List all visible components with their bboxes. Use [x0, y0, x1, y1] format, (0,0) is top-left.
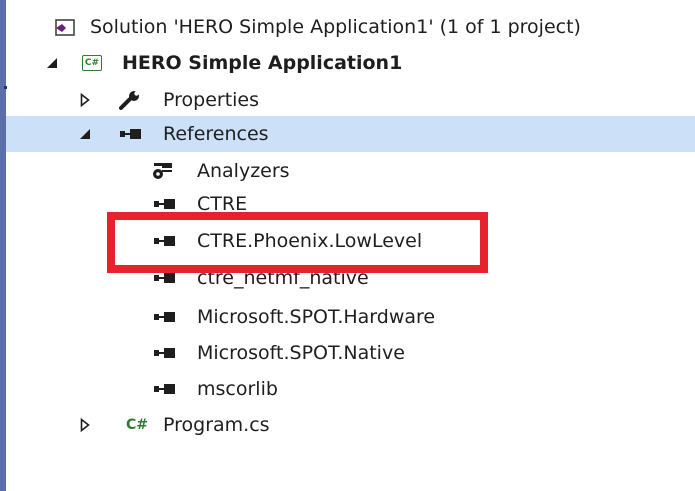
- reference-icon: [153, 382, 177, 396]
- tree-row-solution[interactable]: Solution 'HERO Simple Application1' (1 o…: [6, 9, 695, 45]
- tree-row-references[interactable]: References: [6, 116, 695, 152]
- program-file-label: Program.cs: [163, 414, 270, 436]
- reference-item-label: mscorlib: [197, 378, 278, 400]
- tree-row-reference-item[interactable]: mscorlib: [6, 371, 695, 407]
- tree-row-program-file[interactable]: C# Program.cs: [6, 407, 695, 443]
- highlight-box: [107, 212, 488, 273]
- tree-row-reference-item[interactable]: Analyzers: [6, 153, 695, 189]
- collapsed-arrow-icon[interactable]: [78, 93, 92, 107]
- tree-row-reference-item[interactable]: Microsoft.SPOT.Native: [6, 335, 695, 371]
- csharp-file-icon: C#: [126, 417, 149, 433]
- reference-item-label: Microsoft.SPOT.Hardware: [197, 306, 436, 328]
- solution-label: Solution 'HERO Simple Application1' (1 o…: [90, 16, 581, 38]
- reference-item-label: Microsoft.SPOT.Native: [197, 342, 405, 364]
- reference-icon: [153, 346, 177, 360]
- reference-icon: [119, 127, 143, 141]
- csharp-project-icon: C#: [82, 55, 102, 71]
- properties-label: Properties: [163, 89, 260, 111]
- solution-icon: [53, 17, 77, 37]
- wrench-icon: [119, 90, 141, 110]
- expanded-arrow-icon[interactable]: [78, 127, 92, 141]
- expanded-arrow-icon[interactable]: [45, 56, 59, 70]
- tree-row-project[interactable]: C# HERO Simple Application1: [6, 45, 695, 81]
- reference-icon: [153, 310, 177, 324]
- references-label: References: [163, 123, 269, 145]
- tree-row-reference-item[interactable]: Microsoft.SPOT.Hardware: [6, 299, 695, 335]
- collapsed-arrow-icon[interactable]: [78, 418, 92, 432]
- reference-icon: [153, 197, 177, 211]
- analyzer-icon: [151, 161, 175, 181]
- tree-row-properties[interactable]: Properties: [6, 82, 695, 118]
- reference-item-label: Analyzers: [197, 160, 290, 182]
- project-label: HERO Simple Application1: [122, 52, 403, 74]
- reference-icon: [153, 271, 177, 285]
